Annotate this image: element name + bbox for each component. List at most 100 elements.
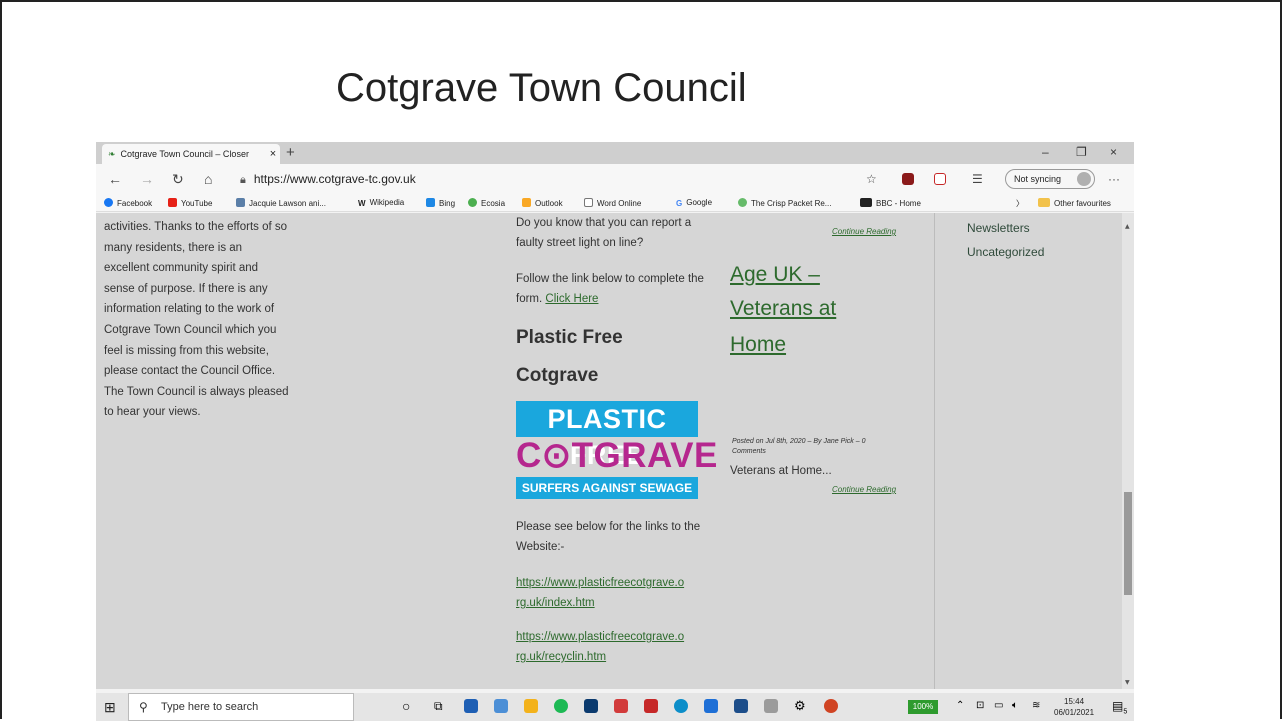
app-l-icon[interactable]	[464, 699, 478, 713]
url-text: https://www.cotgrave-tc.gov.uk	[253, 172, 416, 186]
post-title-line-1[interactable]: Age UK –	[730, 263, 820, 287]
address-bar-row: ← → ↻ ⌂ 🔒︎ https://www.cotgrave-tc.gov.uk…	[96, 164, 1134, 194]
tab-title: Cotgrave Town Council – Closer	[120, 149, 249, 159]
task-view-icon[interactable]: ⧉	[434, 699, 443, 714]
zoom-indicator[interactable]: 100%	[908, 700, 938, 714]
wifi-icon[interactable]: ≋	[1032, 700, 1040, 711]
chevron-up-icon[interactable]: ⌃	[956, 700, 964, 711]
jacquie-lawson-icon	[236, 198, 245, 207]
back-icon[interactable]: ←	[108, 171, 122, 187]
home-icon[interactable]: ⌂	[204, 171, 212, 187]
scroll-down-icon[interactable]: ▼	[1125, 679, 1130, 686]
edge-icon[interactable]	[674, 699, 688, 713]
window-close-button[interactable]: ×	[1110, 145, 1117, 159]
continue-reading-link[interactable]: Continue Reading	[832, 485, 896, 494]
kobo-icon[interactable]	[614, 699, 628, 713]
bookmark-word-online[interactable]: Word Online	[584, 198, 641, 208]
chevron-right-icon[interactable]: 〉	[1016, 198, 1024, 209]
outlook-icon	[522, 198, 531, 207]
address-input[interactable]: 🔒︎ https://www.cotgrave-tc.gov.uk	[240, 172, 416, 187]
avatar	[1077, 172, 1091, 186]
facebook-icon	[104, 198, 113, 207]
pocket-icon[interactable]	[934, 173, 946, 185]
website-link-2[interactable]: https://www.plasticfreecotgrave.o rg.uk/…	[516, 627, 706, 667]
bookmark-google[interactable]: G Google	[676, 198, 712, 208]
slide-title: Cotgrave Town Council	[336, 66, 747, 110]
click-here-link[interactable]: Click Here	[545, 293, 598, 305]
category-newsletters[interactable]: Newsletters	[967, 221, 1030, 235]
restore-button[interactable]: ❐	[1076, 145, 1087, 159]
bookmark-bbc[interactable]: BBC - Home	[860, 198, 921, 208]
category-uncategorized[interactable]: Uncategorized	[967, 245, 1044, 259]
plastic-heading-2: Cotgrave	[516, 365, 599, 386]
post-excerpt: Veterans at Home...	[730, 465, 832, 477]
bookmark-bing[interactable]: Bing	[426, 198, 455, 208]
battery-icon[interactable]: ▭	[994, 700, 1003, 711]
web-page: activities. Thanks to the efforts of so …	[96, 213, 1134, 689]
spotify-icon[interactable]	[554, 699, 568, 713]
more-icon[interactable]: ···	[1108, 172, 1120, 186]
ublock-icon[interactable]	[902, 173, 914, 185]
favourites-list-icon[interactable]: ☰	[972, 172, 983, 186]
windows-taskbar: ⊞ ⚲ Type here to search ○ ⧉ ⚙ 100% ⌃ ⊡ ▭	[96, 693, 1134, 721]
minimize-button[interactable]: –	[1042, 145, 1049, 159]
notifications-icon[interactable]: ▤5	[1112, 699, 1127, 715]
plastic-free-logo: PLASTIC FREE C⊙TGRAVE SURFERS AGAINST SE…	[516, 401, 718, 499]
forward-icon[interactable]: →	[140, 171, 154, 187]
folder-icon	[1038, 198, 1050, 207]
post-title-line-2[interactable]: Veterans at	[730, 297, 836, 321]
clock-time: 15:44	[1064, 697, 1085, 706]
favourite-star-icon[interactable]: ☆	[866, 172, 877, 186]
search-placeholder: Type here to search	[161, 701, 259, 713]
sync-button[interactable]: Not syncing	[1005, 169, 1095, 189]
clock[interactable]: 15:44 06/01/2021	[1054, 696, 1094, 718]
page-scrollbar[interactable]: ▲ ▼	[1122, 213, 1134, 689]
windows-start-icon[interactable]: ⊞	[104, 699, 116, 716]
ecosia-icon	[468, 198, 477, 207]
mail-icon[interactable]	[734, 699, 748, 713]
browser-screenshot: ❧ Cotgrave Town Council – Closer × + – ❐…	[96, 142, 1134, 721]
see-below-paragraph: Please see below for the links to the We…	[516, 521, 701, 553]
bbc-icon	[860, 198, 872, 207]
refresh-icon[interactable]: ↻	[172, 171, 184, 188]
logo-line-2: C⊙TGRAVE	[516, 436, 718, 475]
streetlight-paragraph: Do you know that you can report a faulty…	[516, 217, 692, 249]
post-title-line-3[interactable]: Home	[730, 333, 786, 357]
bookmark-ecosia[interactable]: Ecosia	[468, 198, 505, 208]
continue-reading-link[interactable]: Continue Reading	[832, 227, 896, 236]
bookmark-youtube[interactable]: YouTube	[168, 198, 212, 208]
leaf-icon: ❧	[108, 148, 116, 159]
bookmark-wikipedia[interactable]: W Wikipedia	[358, 198, 404, 208]
scroll-up-icon[interactable]: ▲	[1125, 223, 1130, 230]
sync-label: Not syncing	[1014, 174, 1062, 184]
close-icon[interactable]: ×	[266, 148, 280, 160]
settings-gear-icon[interactable]: ⚙	[794, 698, 808, 713]
scrollbar-thumb[interactable]	[1124, 492, 1132, 595]
cortana-icon[interactable]: ○	[402, 698, 410, 714]
pocket-app-icon[interactable]	[644, 699, 658, 713]
app-photo-icon[interactable]	[764, 699, 778, 713]
volume-icon[interactable]: 🔈︎	[1012, 700, 1018, 711]
slide: Cotgrave Town Council ❧ Cotgrave Town Co…	[0, 0, 1282, 721]
other-favourites[interactable]: Other favourites	[1038, 198, 1111, 208]
bookmark-outlook[interactable]: Outlook	[522, 198, 563, 208]
bing-icon	[426, 198, 435, 207]
photoshop-icon[interactable]	[584, 699, 598, 713]
website-link-1[interactable]: https://www.plasticfreecotgrave.o rg.uk/…	[516, 573, 706, 613]
paint-icon[interactable]	[494, 699, 508, 713]
bookmark-crisp-packet[interactable]: The Crisp Packet Re...	[738, 198, 831, 208]
taskbar-search-input[interactable]: ⚲ Type here to search	[128, 693, 354, 721]
bookmark-jacquie-lawson[interactable]: Jacquie Lawson ani...	[236, 198, 326, 208]
outlook-app-icon[interactable]	[704, 699, 718, 713]
new-tab-button[interactable]: +	[286, 144, 295, 161]
file-explorer-icon[interactable]	[524, 699, 538, 713]
meet-now-icon[interactable]: ⊡	[976, 700, 984, 711]
tab-cotgrave[interactable]: ❧ Cotgrave Town Council – Closer ×	[102, 144, 280, 164]
categories-sidebar: Newsletters Uncategorized	[934, 213, 1124, 689]
powerpoint-icon[interactable]	[824, 699, 838, 713]
bookmark-facebook[interactable]: Facebook	[104, 198, 152, 208]
logo-line-3: SURFERS AGAINST SEWAGE	[516, 477, 698, 499]
plastic-heading-1: Plastic Free	[516, 327, 623, 348]
youtube-icon	[168, 198, 177, 207]
clock-date: 06/01/2021	[1054, 708, 1095, 717]
